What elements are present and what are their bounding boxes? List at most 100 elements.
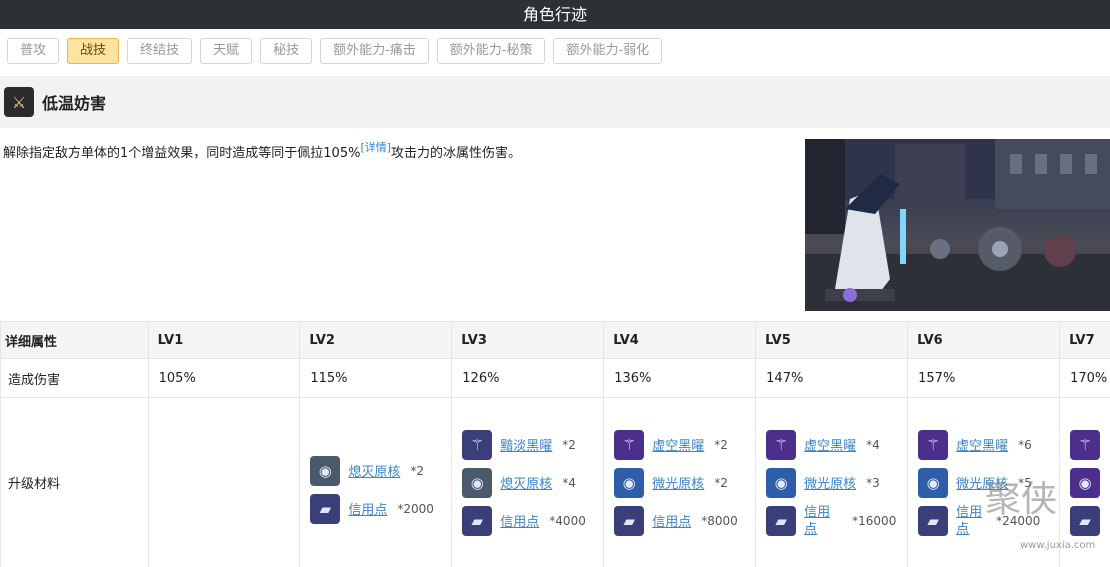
material-count: *6 xyxy=(1018,437,1032,452)
description-text-end: 攻击力的冰属性伤害。 xyxy=(391,146,522,161)
watermark-text: 聚侠 xyxy=(985,479,1058,520)
material-link[interactable]: 信用点 xyxy=(348,499,387,518)
tab-technique[interactable]: 秘技 xyxy=(260,38,313,64)
material-item: ⚚ xyxy=(1070,429,1110,460)
credit-icon: ▰ xyxy=(310,493,341,524)
material-item: ◉ 熄灭原核 *4 xyxy=(462,467,603,498)
material-count: *3 xyxy=(866,475,880,490)
credit-icon: ▰ xyxy=(766,505,797,536)
description-text: 解除指定敌方单体的1个增益效果，同时造成等同于佩拉105% xyxy=(3,146,361,161)
table-row: 造成伤害 105% 115% 126% 136% 147% 157% 170% xyxy=(0,358,1110,398)
level-header: LV7 xyxy=(1059,321,1110,359)
core-icon: ◉ xyxy=(462,467,493,498)
material-link[interactable]: 微光原核 xyxy=(652,473,704,492)
damage-value: 126% xyxy=(451,358,605,398)
core-icon: ◉ xyxy=(310,455,341,486)
table-row: 升级材料 ◉ 熄灭原核 *2 ▰ 信用点 *2000 ⚚ 黯淡黑曜 *2 ◉ 熄… xyxy=(0,397,1110,567)
skill-tabs: 普攻 战技 终结技 天赋 秘技 额外能力-痛击 额外能力-秘策 额外能力-弱化 xyxy=(7,38,663,64)
skill-name: 低温妨害 xyxy=(42,94,107,113)
row-label: 造成伤害 xyxy=(0,358,149,398)
core-icon: ◉ xyxy=(918,467,949,498)
material-count: *16000 xyxy=(852,513,897,528)
obsidian-icon: ⚚ xyxy=(614,429,645,460)
material-link[interactable]: 信用点 xyxy=(652,511,691,530)
skill-detail-table: 详细属性 LV1 LV2 LV3 LV4 LV5 LV6 LV7 造成伤害 10… xyxy=(0,321,1110,567)
level-header: LV2 xyxy=(299,321,453,359)
crossed-blades-icon: ⚔ xyxy=(4,87,34,117)
tab-talent[interactable]: 天赋 xyxy=(200,38,253,64)
level-header: LV4 xyxy=(603,321,757,359)
damage-value: 115% xyxy=(299,358,453,398)
page-title: 角色行迹 xyxy=(522,5,587,24)
damage-value: 136% xyxy=(603,358,757,398)
materials-cell: ◉ 熄灭原核 *2 ▰ 信用点 *2000 xyxy=(299,397,453,567)
tab-basic-attack[interactable]: 普攻 xyxy=(7,38,60,64)
damage-value: 157% xyxy=(907,358,1061,398)
tab-bonus-ability-3[interactable]: 额外能力-弱化 xyxy=(553,38,663,64)
material-count: *2 xyxy=(714,475,728,490)
material-item: ⚚ 虚空黑曜 *4 xyxy=(766,429,907,460)
level-header: LV6 xyxy=(907,321,1061,359)
material-count: *4000 xyxy=(549,513,586,528)
material-count: *2 xyxy=(714,437,728,452)
material-item: ▰ 信用点 *2000 xyxy=(310,493,451,524)
material-link[interactable]: 信用点 xyxy=(956,504,984,538)
level-header: LV5 xyxy=(755,321,909,359)
material-item: ▰ 信用点 *8000 xyxy=(614,505,755,536)
materials-cell: ⚚ 虚空黑曜 *2 ◉ 微光原核 *2 ▰ 信用点 *8000 xyxy=(603,397,757,567)
material-link[interactable]: 熄灭原核 xyxy=(348,461,400,480)
obsidian-icon: ⚚ xyxy=(766,429,797,460)
level-header: LV1 xyxy=(147,321,301,359)
tab-skill[interactable]: 战技 xyxy=(67,38,120,64)
table-header-row: 详细属性 LV1 LV2 LV3 LV4 LV5 LV6 LV7 xyxy=(0,321,1110,359)
credit-icon: ▰ xyxy=(614,505,645,536)
tab-bonus-ability-1[interactable]: 额外能力-痛击 xyxy=(320,38,429,64)
material-link[interactable]: 信用点 xyxy=(500,511,539,530)
material-link[interactable]: 黯淡黑曜 xyxy=(500,435,552,454)
material-link[interactable]: 熄灭原核 xyxy=(500,473,552,492)
material-link[interactable]: 微光原核 xyxy=(804,473,856,492)
page-header: 角色行迹 xyxy=(0,0,1110,29)
material-item: ◉ 微光原核 *3 xyxy=(766,467,907,498)
damage-value: 147% xyxy=(755,358,909,398)
credit-icon: ▰ xyxy=(918,505,949,536)
core-icon: ◉ xyxy=(614,467,645,498)
row-label: 升级材料 xyxy=(0,397,149,567)
materials-cell: ⚚ 虚空黑曜 *4 ◉ 微光原核 *3 ▰ 信用点 *16000 xyxy=(755,397,909,567)
material-link[interactable]: 虚空黑曜 xyxy=(804,435,856,454)
skill-title-bar: ⚔ 低温妨害 xyxy=(0,76,1110,128)
material-count: *8000 xyxy=(701,513,738,528)
material-link[interactable]: 信用点 xyxy=(804,504,832,538)
level-header: LV3 xyxy=(451,321,605,359)
skill-description: 解除指定敌方单体的1个增益效果，同时造成等同于佩拉105%[详情]攻击力的冰属性… xyxy=(3,139,521,163)
material-item: ▰ 信用点 *16000 xyxy=(766,504,907,538)
watermark-url: www.juxia.com xyxy=(1020,540,1096,551)
material-count: *2000 xyxy=(397,501,434,516)
materials-cell: ⚚ 黯淡黑曜 *2 ◉ 熄灭原核 *4 ▰ 信用点 *4000 xyxy=(451,397,605,567)
material-count: *2 xyxy=(562,437,576,452)
material-count: *4 xyxy=(562,475,576,490)
material-item: ⚚ 黯淡黑曜 *2 xyxy=(462,429,603,460)
obsidian-icon: ⚚ xyxy=(918,429,949,460)
damage-value: 105% xyxy=(147,358,301,398)
material-item: ▰ 信用点 *4000 xyxy=(462,505,603,536)
material-link[interactable]: 虚空黑曜 xyxy=(652,435,704,454)
material-link[interactable]: 虚空黑曜 xyxy=(956,435,1008,454)
skill-preview-image xyxy=(805,139,1110,311)
material-item: ⚚ 虚空黑曜 *2 xyxy=(614,429,755,460)
details-link[interactable]: [详情] xyxy=(360,141,391,154)
material-item: ◉ 熄灭原核 *2 xyxy=(310,455,451,486)
tab-bonus-ability-2[interactable]: 额外能力-秘策 xyxy=(436,38,546,64)
material-item: ⚚ 虚空黑曜 *6 xyxy=(918,429,1059,460)
material-count: *2 xyxy=(410,463,424,478)
material-item: ◉ 微光原核 *2 xyxy=(614,467,755,498)
header-cell: 详细属性 xyxy=(0,321,149,359)
materials-cell xyxy=(147,397,301,567)
credit-icon: ▰ xyxy=(462,505,493,536)
damage-value: 170% xyxy=(1059,358,1110,398)
obsidian-icon: ⚚ xyxy=(1070,429,1101,460)
tab-ultimate[interactable]: 终结技 xyxy=(127,38,193,64)
material-count: *4 xyxy=(866,437,880,452)
core-icon: ◉ xyxy=(766,467,797,498)
obsidian-icon: ⚚ xyxy=(462,429,493,460)
